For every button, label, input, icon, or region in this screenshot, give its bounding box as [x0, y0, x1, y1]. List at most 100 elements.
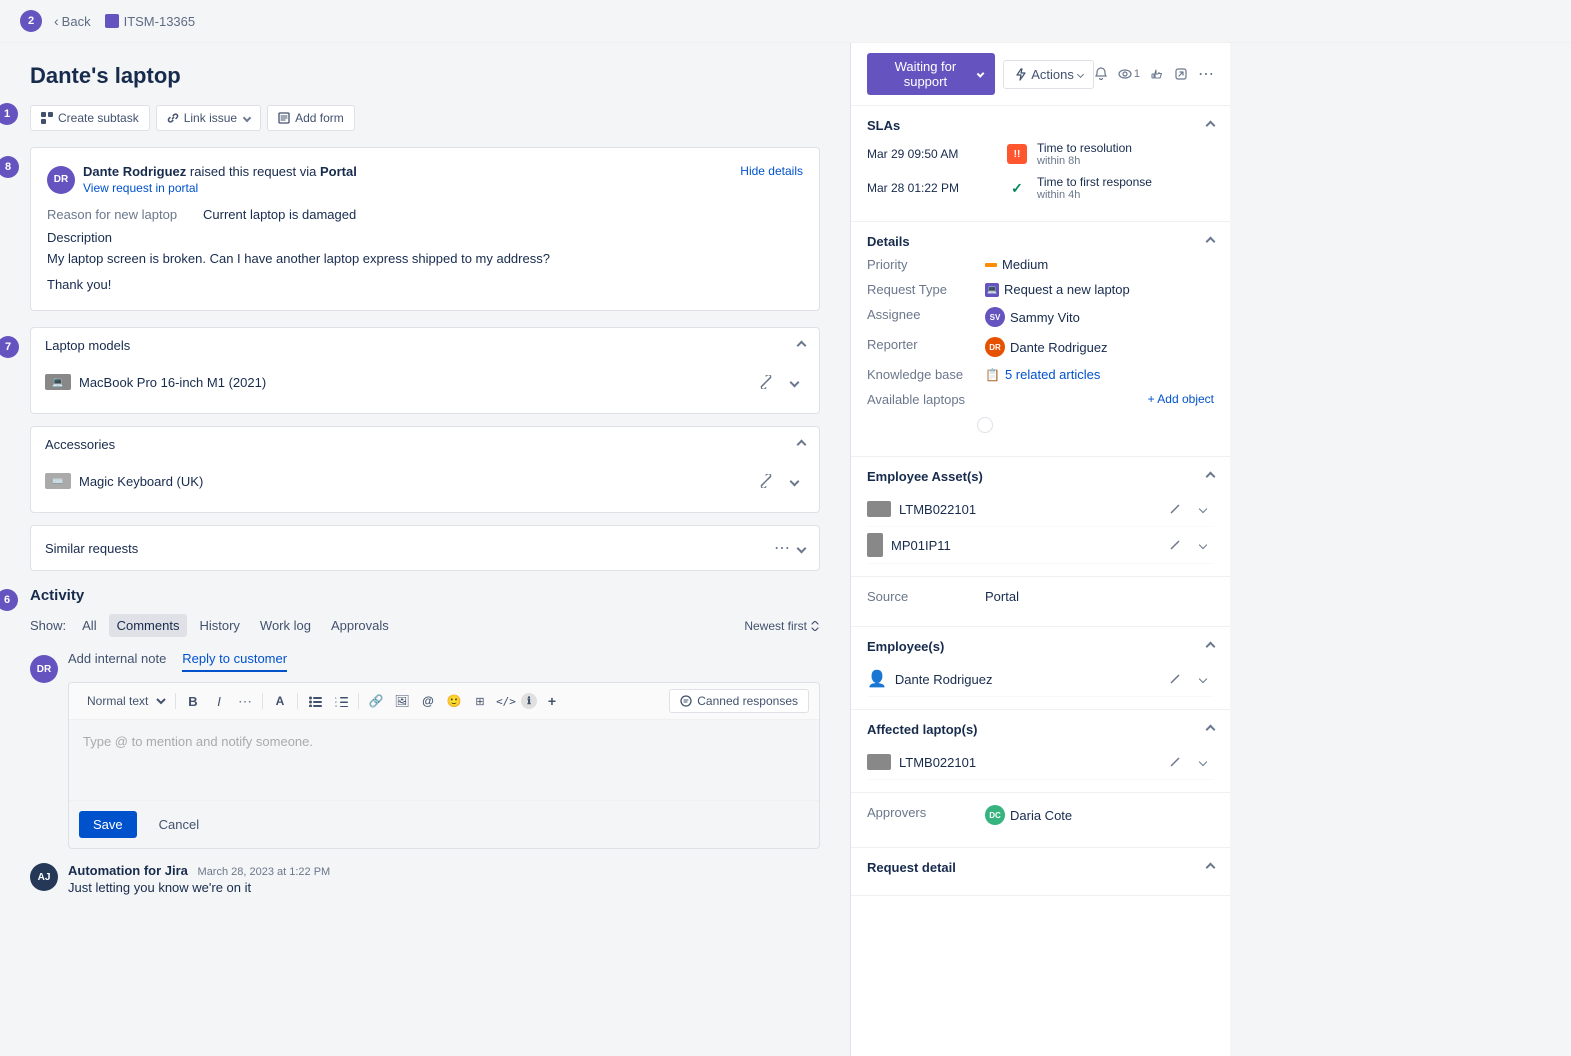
italic-button[interactable]: I [208, 690, 230, 712]
canned-responses-button[interactable]: Canned responses [669, 689, 809, 713]
expand-employee-button[interactable] [1192, 668, 1214, 690]
unlink-asset-1-button[interactable] [1164, 498, 1186, 520]
status-chevron-icon [976, 70, 984, 78]
create-subtask-button[interactable]: Create subtask [30, 105, 150, 131]
editor-body[interactable]: Type @ to mention and notify someone. [69, 720, 819, 800]
lightning-icon [1014, 68, 1027, 81]
hide-details-button[interactable]: Hide details [740, 164, 803, 178]
accessories-header[interactable]: Accessories [31, 427, 819, 462]
editor-toolbar: Normal text B I ⋯ A [69, 683, 819, 720]
accessory-item: ⌨️ Magic Keyboard (UK) [45, 462, 805, 500]
sla-items: Mar 29 09:50 AM !! Time to resolution wi… [867, 141, 1214, 201]
tab-all[interactable]: All [74, 614, 104, 637]
actions-button[interactable]: Actions [1003, 60, 1094, 89]
request-type-icon: 💻 [985, 283, 999, 297]
bullet-list-button[interactable] [304, 690, 326, 712]
request-card: 8 DR Dante Rodriguez raised this request… [30, 147, 820, 311]
more-options-button[interactable]: + [541, 690, 563, 712]
laptop-models-header[interactable]: Laptop models [31, 328, 819, 363]
expand-similar-icon[interactable] [797, 543, 807, 553]
svg-text:3.: 3. [335, 704, 338, 707]
format-select[interactable]: Normal text [79, 691, 169, 711]
sort-button[interactable]: Newest first [744, 619, 820, 633]
ticket-main: Dante's laptop 1 Create subtask Link iss… [0, 43, 850, 1056]
emoji-button[interactable]: 🙂 [443, 690, 465, 712]
tab-history[interactable]: History [191, 614, 247, 637]
numbered-list-button[interactable]: 1.2.3. [330, 690, 352, 712]
requester-name: Dante Rodriguez [83, 164, 186, 179]
view-portal-link[interactable]: View request in portal [83, 181, 357, 195]
cancel-button[interactable]: Cancel [145, 811, 213, 838]
request-detail-collapse-icon [1206, 863, 1216, 873]
tab-worklog[interactable]: Work log [252, 614, 319, 637]
request-detail-header[interactable]: Request detail [867, 860, 1214, 875]
similar-requests-header[interactable]: Similar requests ⋯ [31, 526, 819, 570]
link-button[interactable]: 🔗 [365, 690, 387, 712]
activity-tabs: Show: All Comments History Work log Appr… [30, 614, 820, 637]
form-icon [278, 112, 290, 124]
assignee-avatar: SV [985, 307, 1005, 327]
expand-affected-button[interactable] [1192, 751, 1214, 773]
add-internal-note-tab[interactable]: Add internal note [68, 651, 166, 672]
unlink-laptop-button[interactable] [755, 371, 777, 393]
sla-section-header[interactable]: SLAs [867, 118, 1214, 133]
table-button[interactable]: ⊞ [469, 690, 491, 712]
link-icon [167, 112, 179, 124]
expand-asset-1-button[interactable] [1192, 498, 1214, 520]
employees-header[interactable]: Employee(s) [867, 639, 1214, 654]
bold-button[interactable]: B [182, 690, 204, 712]
bell-button[interactable] [1094, 67, 1108, 81]
laptop-item-icon: 💻 [45, 374, 71, 390]
portal-link[interactable]: Portal [320, 164, 357, 179]
collapse-icon [797, 341, 807, 351]
reporter-row: Reporter DR Dante Rodriguez [867, 337, 1214, 357]
unlink-employee-button[interactable] [1164, 668, 1186, 690]
reply-customer-tab[interactable]: Reply to customer [182, 651, 287, 672]
code-button[interactable]: </> [495, 690, 517, 712]
knowledge-base-row: Knowledge base 📋 5 related articles [867, 367, 1214, 382]
automation-message: Just letting you know we're on it [68, 880, 330, 895]
employees-collapse-icon [1206, 642, 1216, 652]
accessories-section: Accessories ⌨️ Magic Keyboard (UK) [30, 426, 820, 513]
add-form-button[interactable]: Add form [267, 105, 355, 131]
similar-more-icon[interactable]: ⋯ [774, 538, 790, 558]
affected-laptops-header[interactable]: Affected laptop(s) [867, 722, 1214, 737]
more-options-button[interactable]: ⋯ [1198, 64, 1214, 84]
employee-assets-header[interactable]: Employee Asset(s) [867, 469, 1214, 484]
available-laptops-placeholder [977, 417, 993, 433]
kb-icon: 📋 [985, 368, 1000, 382]
approver-avatar: DC [985, 805, 1005, 825]
like-button[interactable] [1150, 67, 1164, 81]
priority-icon [985, 263, 997, 267]
info-button[interactable]: ℹ [521, 693, 537, 709]
share-button[interactable] [1174, 67, 1188, 81]
mention-button[interactable]: @ [417, 690, 439, 712]
image-button[interactable]: 🖼 [391, 690, 413, 712]
callout-7: 7 [0, 336, 19, 358]
expand-laptop-button[interactable] [783, 371, 805, 393]
link-issue-button[interactable]: Link issue [156, 105, 261, 131]
save-button[interactable]: Save [79, 811, 137, 838]
sla-item-2: Mar 28 01:22 PM ✓ Time to first response… [867, 175, 1214, 201]
asset-item-2: MP01IP11 [867, 527, 1214, 564]
eye-icon [1118, 67, 1132, 81]
sla-warning-badge-1: !! [1007, 144, 1027, 164]
unlink-asset-2-button[interactable] [1164, 534, 1186, 556]
collapse-accessories-icon [797, 440, 807, 450]
issue-chip[interactable]: ITSM-13365 [105, 14, 196, 29]
unlink-accessory-button[interactable] [755, 470, 777, 492]
watch-button[interactable]: 1 [1118, 67, 1140, 81]
laptop-item: 💻 MacBook Pro 16-inch M1 (2021) [45, 363, 805, 401]
tab-comments[interactable]: Comments [109, 614, 188, 637]
actions-chevron-icon [1077, 70, 1084, 77]
text-color-button[interactable]: A [269, 690, 291, 712]
status-button[interactable]: Waiting for support [867, 53, 995, 95]
tab-approvals[interactable]: Approvals [323, 614, 397, 637]
expand-accessory-button[interactable] [783, 470, 805, 492]
details-section-header[interactable]: Details [867, 234, 1214, 249]
more-format-button[interactable]: ⋯ [234, 690, 256, 712]
expand-asset-2-button[interactable] [1192, 534, 1214, 556]
back-link[interactable]: ‹ Back [54, 13, 91, 29]
unlink-affected-button[interactable] [1164, 751, 1186, 773]
add-object-button[interactable]: + Add object [1148, 392, 1214, 406]
